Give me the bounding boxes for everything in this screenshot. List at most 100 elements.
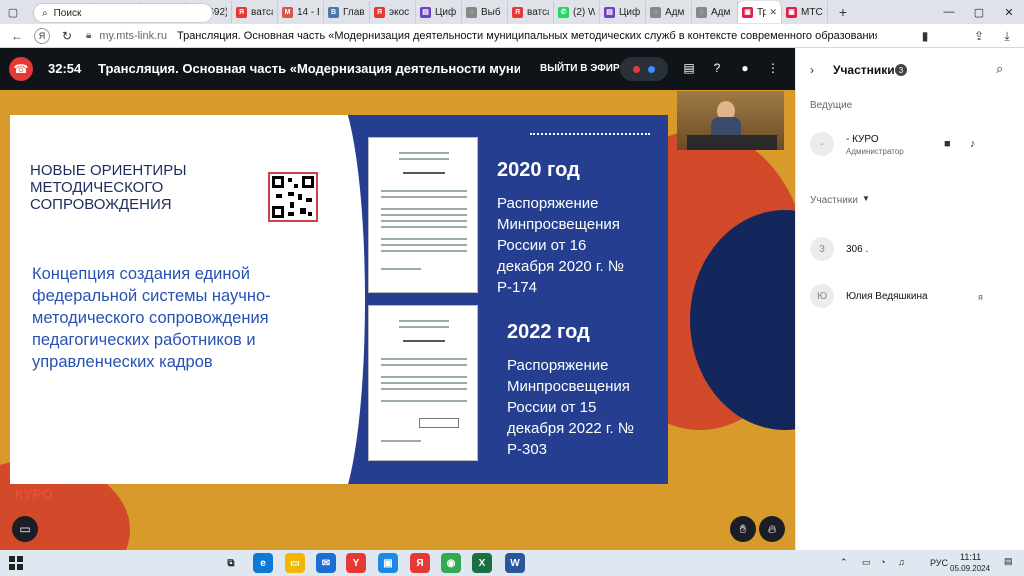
tab-favicon-icon: ▣ xyxy=(786,6,797,18)
download-icon[interactable]: ⤓ xyxy=(996,24,1018,48)
reload-icon[interactable]: ↻ xyxy=(56,25,78,47)
tab-favicon-icon: ◌ xyxy=(650,6,661,18)
minimize-icon[interactable]: — xyxy=(934,0,964,24)
tab-favicon-icon: Я xyxy=(374,6,385,18)
battery-icon[interactable]: ▭ xyxy=(862,557,871,568)
record-dot-icon xyxy=(633,65,640,73)
url-domain[interactable]: my.mts-link.ru xyxy=(99,30,167,42)
microphone-icon[interactable]: ♪ xyxy=(970,138,976,150)
yandex-icon[interactable]: Я xyxy=(410,553,430,573)
yandex-icon[interactable]: Я xyxy=(34,27,50,44)
browser-tab[interactable]: Яватса xyxy=(508,1,554,23)
question-icon[interactable]: ? xyxy=(708,59,726,77)
browser-tab[interactable]: ▤ Циф xyxy=(416,1,462,23)
tab-label: ватса xyxy=(527,6,549,18)
notification-icon[interactable]: ▤ xyxy=(1004,556,1013,567)
start-button[interactable] xyxy=(4,551,28,575)
slide-heading: НОВЫЕ ОРИЕНТИРЫ МЕТОДИЧЕСКОГО СОПРОВОЖДЕ… xyxy=(30,162,187,213)
bookmark-icon[interactable]: ▮ xyxy=(914,24,936,48)
language-indicator[interactable]: РУС xyxy=(930,558,948,568)
tab-favicon-icon: Я xyxy=(236,6,247,18)
browser-tab[interactable]: ◌ Выб xyxy=(462,1,508,23)
browser-tab[interactable]: ▤ Циф xyxy=(600,1,646,23)
explorer-icon[interactable]: ▭ xyxy=(285,553,305,573)
tab-favicon-icon: ▣ xyxy=(742,6,753,18)
screen-layout-button[interactable]: ▭ xyxy=(12,516,38,542)
raise-hand-button[interactable]: ✋︎ xyxy=(730,516,756,542)
clock-time[interactable]: 11:11 xyxy=(960,552,981,562)
decree-document-image-2 xyxy=(368,305,478,461)
collapse-panel-icon[interactable]: › xyxy=(810,63,814,77)
camera-icon[interactable]: ■ xyxy=(944,138,951,150)
edge-icon[interactable]: e xyxy=(253,553,273,573)
close-window-icon[interactable]: ✕ xyxy=(994,0,1024,24)
kuro-logo: КУРО xyxy=(15,486,53,502)
word-icon[interactable]: W xyxy=(505,553,525,573)
app-icon[interactable]: ▣ xyxy=(378,553,398,573)
recording-indicator[interactable] xyxy=(620,57,668,81)
tray-chevron-icon[interactable]: ⌃ xyxy=(840,557,848,568)
address-bar: ← Я ↻ 🔒︎ my.mts-link.ru Трансляция. Осно… xyxy=(0,24,1024,48)
yandex-browser-icon[interactable]: Y xyxy=(346,553,366,573)
browser-tab[interactable]: M 14 - Е xyxy=(278,1,324,23)
close-tab-icon[interactable]: ✕ xyxy=(769,7,777,18)
tab-favicon-icon: В xyxy=(328,6,339,18)
host-role: Администратор xyxy=(846,147,904,156)
chat-icon[interactable]: ▤ xyxy=(680,59,698,77)
broadcast-timer: 32:54 xyxy=(48,61,82,76)
share-icon[interactable]: ⇪ xyxy=(968,24,990,48)
browser-tab[interactable]: ▣ МТС xyxy=(782,1,828,23)
qr-code xyxy=(268,172,318,222)
more-icon[interactable]: ⋮ xyxy=(764,59,782,77)
participant-name[interactable]: Юлия Ведяшкина xyxy=(846,291,928,302)
exit-air-button[interactable]: ВЫЙТИ В ЭФИР xyxy=(540,63,620,74)
host-name[interactable]: - КУРО xyxy=(846,134,879,145)
hang-up-button[interactable]: ☎ xyxy=(9,57,33,81)
participant-count-badge: 3 xyxy=(895,64,907,76)
browser-tab[interactable]: ◌ Адм xyxy=(692,1,738,23)
browser-tab[interactable]: Яватса xyxy=(232,1,278,23)
maximize-icon[interactable]: ▢ xyxy=(964,0,994,24)
hosts-section-label: Ведущие xyxy=(810,100,853,111)
tab-favicon-icon: Я xyxy=(512,6,523,18)
panel-title: Участники xyxy=(833,63,895,77)
participants-panel: › Участники 3 ⌕ Ведущие - - КУРО Админис… xyxy=(795,48,1024,550)
reactions-button[interactable]: 🔥︎ xyxy=(759,516,785,542)
participant-name[interactable]: 306 . xyxy=(846,244,868,255)
browser-tab[interactable]: В Глав xyxy=(324,1,370,23)
decree-2020-text: Распоряжение Минпросвещения России от 16… xyxy=(497,195,624,296)
taskbar-search-label: Поиск xyxy=(53,7,82,19)
broadcast-title: Трансляция. Основная часть «Модернизация… xyxy=(98,61,520,76)
tab-label: Адм xyxy=(711,6,731,18)
chevron-down-icon[interactable]: ▼ xyxy=(862,194,870,203)
browser-tab[interactable]: ▣ Тр✕ xyxy=(738,1,782,23)
participant-avatar: Ю xyxy=(810,284,834,308)
volume-icon[interactable]: ♫ xyxy=(898,557,905,567)
participant-note: я xyxy=(978,292,983,302)
maps-icon[interactable]: ◉ xyxy=(441,553,461,573)
search-icon: ⌕ xyxy=(42,7,48,19)
presentation-slide: НОВЫЕ ОРИЕНТИРЫ МЕТОДИЧЕСКОГО СОПРОВОЖДЕ… xyxy=(10,115,668,484)
excel-icon[interactable]: X xyxy=(472,553,492,573)
tab-label: МТС xyxy=(801,6,823,18)
network-icon[interactable]: ◔ xyxy=(880,557,885,567)
tab-label: Тр xyxy=(757,6,766,18)
mail-icon[interactable]: ✉ xyxy=(316,553,336,573)
presenter-video[interactable] xyxy=(677,91,784,150)
lock-icon: 🔒︎ xyxy=(86,30,92,41)
task-view-icon[interactable]: ⧉ xyxy=(221,553,241,573)
tab-favicon-icon: ◌ xyxy=(466,6,477,18)
browser-tab[interactable]: Яэкос xyxy=(370,1,416,23)
browser-tab[interactable]: ◌ Адм xyxy=(646,1,692,23)
taskbar-search-input[interactable]: ⌕ Поиск xyxy=(33,3,213,23)
new-tab-button[interactable]: + xyxy=(834,3,852,21)
clock-date[interactable]: 05.09.2024 xyxy=(950,564,990,573)
browser-tab[interactable]: ✆ (2) W xyxy=(554,1,600,23)
participants-icon[interactable]: ● xyxy=(736,59,754,77)
search-icon[interactable]: ⌕ xyxy=(996,61,1003,77)
tab-list-icon[interactable]: ▢ xyxy=(4,3,22,21)
year-2022: 2022 год xyxy=(507,321,590,343)
conference-header: ☎ 32:54 Трансляция. Основная часть «Моде… xyxy=(0,48,795,90)
participant-avatar: 3 xyxy=(810,237,834,261)
back-icon[interactable]: ← xyxy=(6,25,28,47)
